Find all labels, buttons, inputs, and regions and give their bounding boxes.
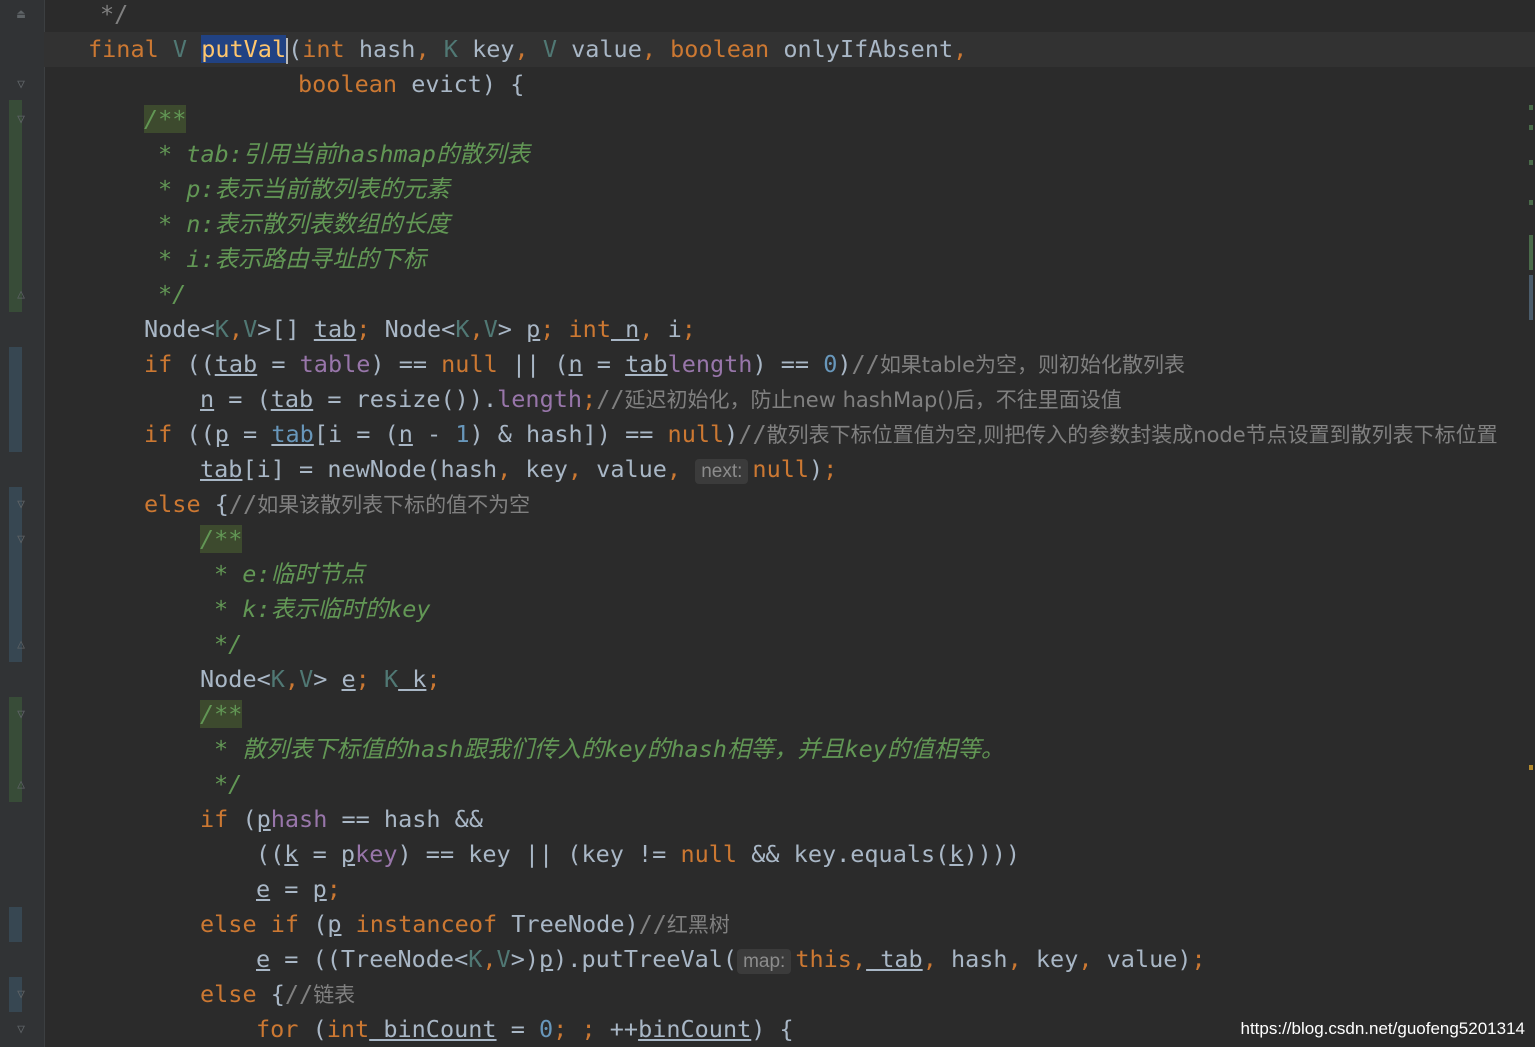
stripe-mark[interactable] — [1529, 235, 1533, 270]
code-line: for (int binCount = 0; ; ++binCount) { — [256, 1015, 794, 1043]
stripe-mark[interactable] — [1529, 765, 1533, 770]
code-line-doc: * i:表示路由寻址的下标 — [158, 245, 427, 273]
editor-gutter: ⏏ ▽ ▽ △ ▽ ▽ △ ▽ △ ▽ ▽ — [0, 0, 45, 1047]
parameter-hint: map: — [737, 949, 792, 974]
code-line: Node<K,V> e; K k; — [200, 665, 441, 693]
code-line: ((k = pkey) == key || (key != null && ke… — [256, 840, 1021, 868]
fold-end-icon[interactable]: △ — [14, 638, 28, 652]
code-line-doc: * 散列表下标值的hash跟我们传入的key的hash相等，并且key的值相等。 — [214, 735, 1005, 763]
code-line: n = (tab = resize()).length;//延迟初始化，防止ne… — [200, 385, 1122, 413]
code-line: */ — [100, 0, 129, 28]
parameter-hint: next: — [695, 459, 749, 484]
method-name-selected: putVal — [201, 35, 287, 63]
fold-start-icon[interactable]: ▽ — [14, 708, 28, 722]
code-line: else {//如果该散列表下标的值不为空 — [144, 490, 531, 518]
vcs-modified-marker — [9, 487, 22, 662]
code-line: Node<K,V>[] tab; Node<K,V> p; int n, i; — [144, 315, 696, 343]
fold-start-icon[interactable]: ▽ — [14, 533, 28, 547]
code-line-doc: */ — [214, 630, 243, 658]
fold-end-icon[interactable]: △ — [14, 288, 28, 302]
code-line-doc: * tab:引用当前hashmap的散列表 — [158, 140, 530, 168]
code-line-doc: * e:临时节点 — [214, 560, 365, 588]
stripe-mark[interactable] — [1529, 275, 1533, 320]
fold-start-icon[interactable]: ▽ — [14, 113, 28, 127]
code-line: else {//链表 — [200, 980, 356, 1008]
code-line-doc: */ — [214, 770, 243, 798]
error-stripe[interactable] — [1529, 0, 1533, 1047]
code-line: e = p; — [256, 875, 341, 903]
code-line-method-signature: final V putVal(int hash, K key, V value,… — [88, 35, 968, 64]
code-line: if ((tab = table) == null || (n = tablen… — [144, 350, 1185, 378]
code-line-doc: /** — [200, 525, 243, 553]
code-line: if (phash == hash && — [200, 805, 483, 833]
fold-start-icon[interactable]: ▽ — [14, 1023, 28, 1037]
code-line-doc: */ — [158, 280, 187, 308]
code-line: e = ((TreeNode<K,V>)p).putTreeVal(map: th… — [256, 945, 1206, 974]
code-line: if ((p = tab[i = (n - 1) & hash]) == nul… — [144, 420, 1498, 448]
watermark: https://blog.csdn.net/guofeng5201314 — [1240, 1019, 1525, 1038]
stripe-mark[interactable] — [1529, 200, 1533, 205]
fold-end-icon[interactable]: △ — [14, 778, 28, 792]
fold-start-icon[interactable]: ▽ — [14, 498, 28, 512]
vcs-modified-marker — [9, 907, 22, 942]
code-line-doc: * k:表示临时的key — [214, 595, 431, 623]
code-line-doc: * p:表示当前散列表的元素 — [158, 175, 450, 203]
fold-start-icon[interactable]: ▽ — [14, 78, 28, 92]
stripe-mark[interactable] — [1529, 125, 1533, 130]
code-line: boolean evict) { — [298, 70, 525, 98]
stripe-mark[interactable] — [1529, 105, 1533, 110]
fold-end-icon[interactable]: ⏏ — [14, 8, 28, 22]
code-line-doc: /** — [144, 105, 187, 133]
vcs-added-marker — [9, 100, 22, 312]
code-line-doc: /** — [200, 700, 243, 728]
code-line: tab[i] = newNode(hash, key, value, next:… — [200, 455, 838, 484]
vcs-modified-marker — [9, 347, 22, 452]
stripe-mark[interactable] — [1529, 160, 1533, 165]
code-line-doc: * n:表示散列表数组的长度 — [158, 210, 450, 238]
fold-start-icon[interactable]: ▽ — [14, 988, 28, 1002]
code-line: else if (p instanceof TreeNode)//红黑树 — [200, 910, 730, 938]
